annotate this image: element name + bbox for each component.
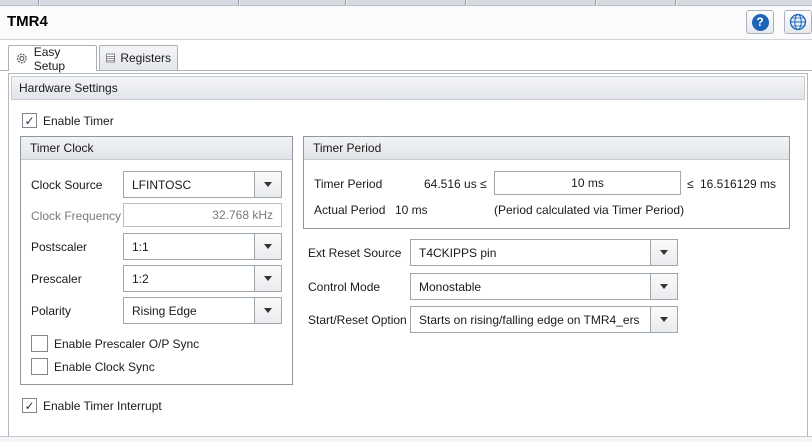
tab-easy-setup[interactable]: Easy Setup bbox=[8, 44, 97, 73]
clock-source-value: LFINTOSC bbox=[132, 177, 192, 192]
chevron-down-icon[interactable] bbox=[650, 240, 677, 265]
chevron-down-icon[interactable] bbox=[650, 307, 677, 332]
prescaler-sync-checkbox[interactable] bbox=[31, 335, 48, 352]
timer-clock-header: Timer Clock bbox=[21, 137, 292, 160]
postscaler-value: 1:1 bbox=[132, 239, 149, 254]
timer-period-label: Timer Period bbox=[314, 177, 383, 191]
actual-period-label: Actual Period bbox=[314, 203, 386, 217]
clock-sync-checkbox[interactable] bbox=[31, 358, 48, 375]
hardware-settings-title: Hardware Settings bbox=[19, 81, 118, 95]
timer-period-input[interactable]: 10 ms bbox=[494, 171, 681, 195]
start-reset-value: Starts on rising/falling edge on TMR4_er… bbox=[419, 312, 640, 327]
polarity-label: Polarity bbox=[31, 304, 72, 318]
enable-timer-checkbox[interactable]: ✓ bbox=[22, 113, 37, 128]
tab-easy-setup-label: Easy Setup bbox=[33, 44, 66, 73]
enable-timer-label: Enable Timer bbox=[43, 114, 114, 128]
page-title: TMR4 bbox=[7, 13, 48, 30]
timer-period-min: 64.516 us bbox=[424, 177, 477, 191]
timer-clock-title: Timer Clock bbox=[30, 141, 94, 155]
help-icon: ? bbox=[751, 13, 769, 31]
globe-icon bbox=[789, 13, 807, 31]
clock-frequency-value: 32.768 kHz bbox=[212, 208, 273, 222]
globe-button[interactable] bbox=[784, 10, 812, 34]
period-note: (Period calculated via Timer Period) bbox=[494, 203, 685, 217]
hardware-settings-header[interactable]: Hardware Settings bbox=[11, 76, 805, 100]
tab-registers-label: Registers bbox=[120, 51, 171, 65]
prescaler-sync-label: Enable Prescaler O/P Sync bbox=[54, 337, 200, 351]
ext-reset-source-value: T4CKIPPS pin bbox=[419, 245, 497, 260]
enable-interrupt-label: Enable Timer Interrupt bbox=[43, 399, 162, 413]
help-button[interactable]: ? bbox=[746, 10, 774, 34]
less-equal-symbol: ≤ bbox=[687, 177, 694, 191]
polarity-dropdown[interactable]: Rising Edge bbox=[123, 297, 282, 324]
chevron-down-icon[interactable] bbox=[254, 266, 281, 291]
prescaler-dropdown[interactable]: 1:2 bbox=[123, 265, 282, 292]
polarity-value: Rising Edge bbox=[132, 303, 197, 318]
clock-frequency-field: 32.768 kHz bbox=[123, 203, 282, 227]
chevron-down-icon[interactable] bbox=[650, 274, 677, 299]
enable-interrupt-checkbox[interactable]: ✓ bbox=[22, 398, 37, 413]
timer-period-max: 16.516129 ms bbox=[700, 177, 777, 191]
ext-reset-source-label: Ext Reset Source bbox=[308, 246, 402, 260]
gear-icon bbox=[16, 53, 27, 64]
chevron-down-icon[interactable] bbox=[254, 298, 281, 323]
postscaler-dropdown[interactable]: 1:1 bbox=[123, 233, 282, 260]
registers-icon bbox=[106, 53, 115, 63]
prescaler-value: 1:2 bbox=[132, 271, 149, 286]
actual-period-value: 10 ms bbox=[395, 203, 428, 217]
bottom-divider bbox=[0, 436, 812, 442]
clock-frequency-label: Clock Frequency bbox=[31, 209, 122, 223]
clock-source-label: Clock Source bbox=[31, 178, 103, 192]
timer-period-title: Timer Period bbox=[313, 141, 382, 155]
timer-period-value: 10 ms bbox=[571, 176, 604, 190]
tab-divider bbox=[0, 70, 812, 71]
control-mode-label: Control Mode bbox=[308, 280, 381, 294]
control-mode-dropdown[interactable]: Monostable bbox=[410, 273, 678, 300]
chevron-down-icon[interactable] bbox=[254, 172, 281, 197]
timer-period-header: Timer Period bbox=[304, 137, 789, 160]
control-mode-value: Monostable bbox=[419, 279, 482, 294]
clock-sync-label: Enable Clock Sync bbox=[54, 360, 155, 374]
clock-source-dropdown[interactable]: LFINTOSC bbox=[123, 171, 282, 198]
prescaler-label: Prescaler bbox=[31, 272, 82, 286]
less-equal-symbol: ≤ bbox=[480, 177, 487, 191]
tab-registers[interactable]: Registers bbox=[99, 45, 178, 70]
ext-reset-source-dropdown[interactable]: T4CKIPPS pin bbox=[410, 239, 678, 266]
title-bar bbox=[0, 6, 812, 40]
postscaler-label: Postscaler bbox=[31, 240, 88, 254]
start-reset-dropdown[interactable]: Starts on rising/falling edge on TMR4_er… bbox=[410, 306, 678, 333]
chevron-down-icon[interactable] bbox=[254, 234, 281, 259]
start-reset-label: Start/Reset Option bbox=[308, 313, 407, 327]
